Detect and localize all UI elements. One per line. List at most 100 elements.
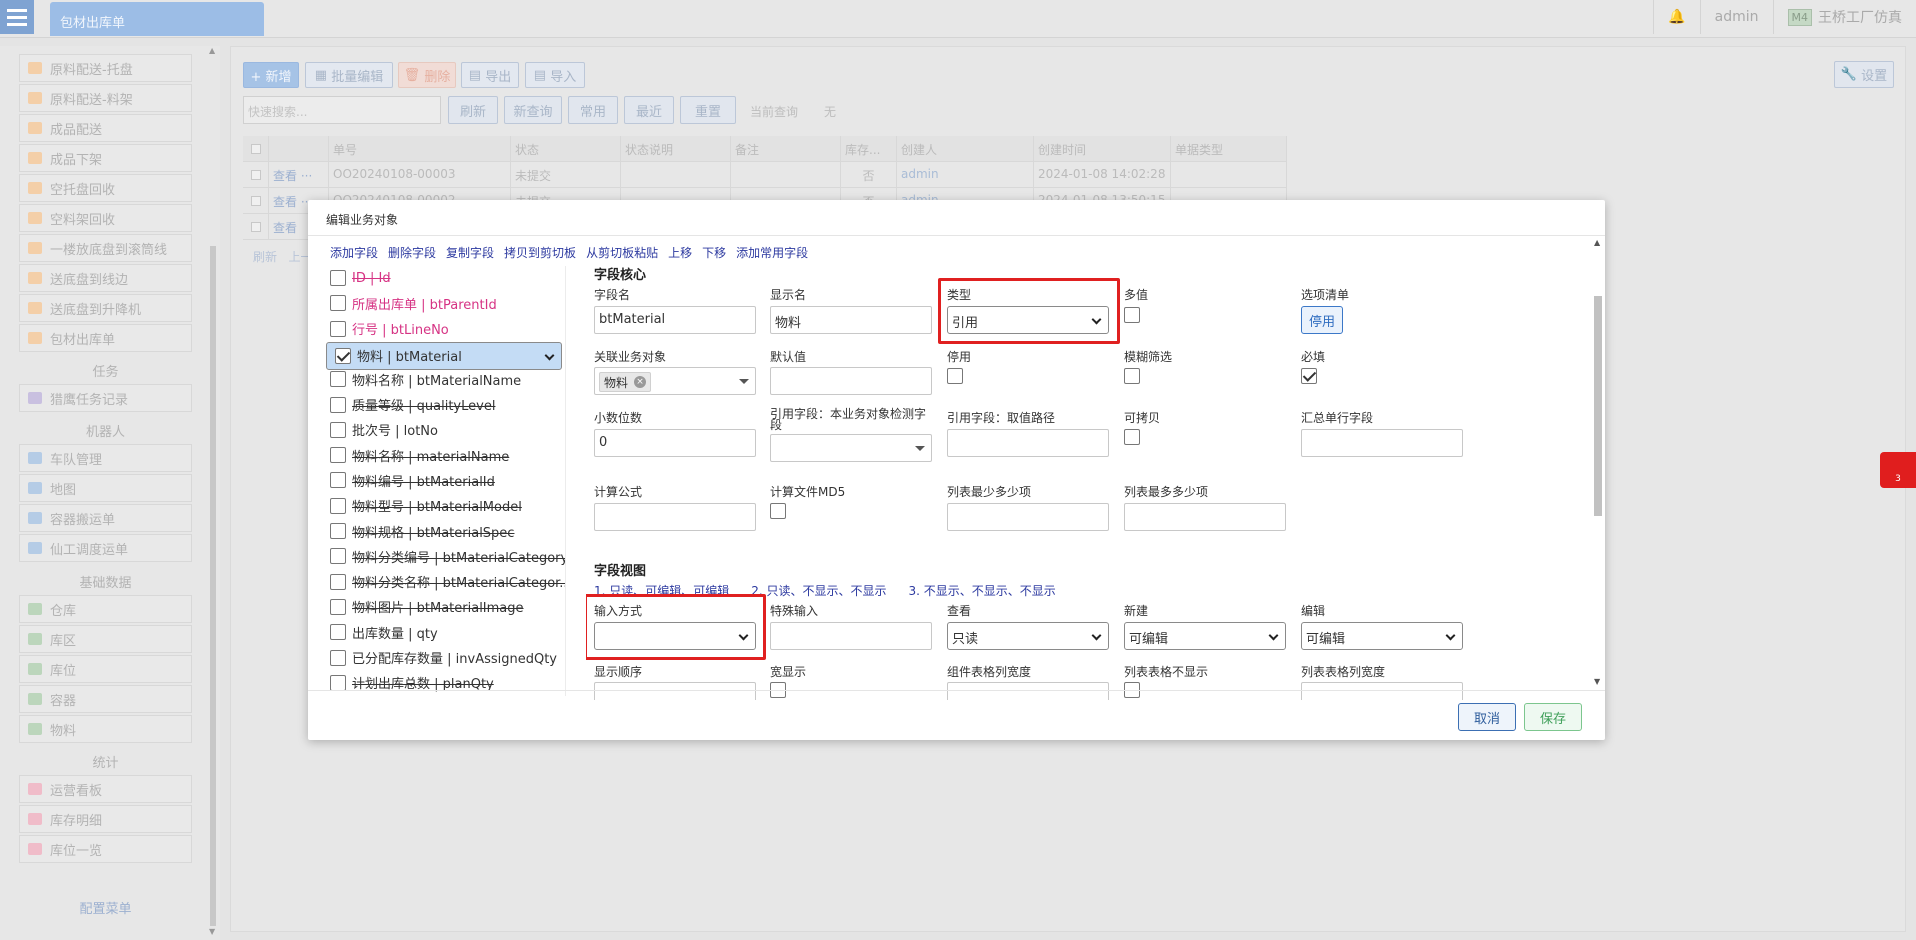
list-min-input[interactable] bbox=[947, 503, 1109, 531]
header-order-no[interactable]: 单号 bbox=[329, 136, 511, 162]
sidebar-item[interactable]: 包材出库单 bbox=[19, 324, 192, 352]
field-checkbox[interactable] bbox=[330, 396, 346, 413]
dialog-scroll-thumb[interactable] bbox=[1594, 296, 1602, 516]
header-status[interactable]: 状态 bbox=[511, 136, 621, 162]
grid-pager[interactable]: 刷新 上一 bbox=[253, 248, 312, 265]
field-list-item[interactable]: 行号 | btLineNo bbox=[326, 317, 562, 341]
field-list-item[interactable]: 出库数量 | qty bbox=[326, 620, 562, 644]
view-link[interactable]: 查看 ··· bbox=[269, 162, 329, 188]
remove-tag-icon[interactable]: × bbox=[634, 376, 647, 388]
field-name-input[interactable]: btMaterial bbox=[594, 306, 756, 334]
save-button[interactable]: 保存 bbox=[1524, 703, 1582, 731]
refresh-button[interactable]: 刷新 bbox=[448, 96, 498, 124]
sidebar-item[interactable]: 一楼放底盘到滚筒线 bbox=[19, 234, 192, 262]
scroll-up-icon[interactable]: ▲ bbox=[209, 46, 215, 55]
select-all-checkbox[interactable] bbox=[243, 136, 269, 162]
field-checkbox[interactable] bbox=[330, 598, 346, 615]
field-list-item[interactable]: 质量等级 | qualityLevel bbox=[326, 393, 562, 417]
field-checkbox[interactable] bbox=[330, 523, 346, 539]
list-max-input[interactable] bbox=[1124, 503, 1286, 531]
field-list-item[interactable]: 物料分类名称 | btMaterialCategor... bbox=[326, 570, 565, 594]
sidebar-item[interactable]: 原料配送-料架 bbox=[19, 84, 192, 112]
row-checkbox[interactable] bbox=[243, 162, 269, 188]
field-list-item[interactable]: 物料型号 | btMaterialModel bbox=[326, 494, 562, 518]
multi-value-checkbox[interactable] bbox=[1124, 307, 1140, 323]
sidebar-scroll-thumb[interactable] bbox=[210, 246, 216, 926]
field-list-item[interactable]: 物料分类编号 | btMaterialCategory bbox=[326, 544, 565, 568]
sidebar-item[interactable]: 库位一览 bbox=[19, 835, 192, 863]
new-query-button[interactable]: 新查询 bbox=[504, 96, 562, 124]
field-checkbox[interactable] bbox=[330, 624, 346, 641]
create-mode-select[interactable]: 可编辑 bbox=[1124, 622, 1286, 650]
field-list-item[interactable]: 物料 | btMaterial bbox=[326, 341, 562, 370]
field-checkbox[interactable] bbox=[330, 472, 346, 489]
field-checkbox[interactable] bbox=[330, 270, 346, 286]
reset-button[interactable]: 重置 bbox=[680, 96, 736, 124]
import-button[interactable]: ▤ 导入 bbox=[525, 62, 585, 88]
tab-packing-outbound[interactable]: 包材出库单 bbox=[50, 2, 264, 36]
display-name-input[interactable]: 物料 bbox=[770, 306, 932, 334]
field-list-item[interactable]: 物料名称 | materialName bbox=[326, 443, 562, 467]
sidebar-item[interactable]: 容器搬运单 bbox=[19, 504, 192, 532]
header-status-desc[interactable]: 状态说明 bbox=[621, 136, 731, 162]
field-list-item[interactable]: 物料图片 | btMaterialImage bbox=[326, 595, 562, 619]
row-checkbox[interactable] bbox=[243, 188, 269, 214]
dropdown-caret-icon[interactable] bbox=[731, 368, 755, 396]
delete-button[interactable]: 🗑 删除 bbox=[398, 62, 456, 88]
move-up-link[interactable]: 上移 bbox=[668, 244, 692, 261]
field-list-item[interactable]: ID | Id bbox=[326, 266, 562, 290]
sidebar-item[interactable]: 运营看板 bbox=[19, 775, 192, 803]
sidebar-item[interactable]: 库位 bbox=[19, 655, 192, 683]
default-value-input[interactable] bbox=[770, 367, 932, 395]
field-checkbox[interactable] bbox=[330, 548, 346, 565]
ref-object-select[interactable]: 物料 × bbox=[594, 367, 756, 395]
sidebar-scrollbar[interactable]: ▲ ▼ bbox=[208, 46, 218, 936]
field-checkbox[interactable] bbox=[335, 347, 351, 364]
field-checkbox[interactable] bbox=[330, 295, 346, 312]
copy-field-link[interactable]: 复制字段 bbox=[446, 244, 494, 261]
copy-to-clipboard-link[interactable]: 拷贝到剪切板 bbox=[504, 244, 576, 261]
field-list-item[interactable]: 物料名称 | btMaterialName bbox=[326, 367, 562, 391]
scroll-up-icon[interactable]: ▲ bbox=[1594, 238, 1600, 247]
special-input-field[interactable] bbox=[770, 622, 932, 650]
dropdown-caret-icon[interactable] bbox=[907, 435, 931, 463]
config-menu-link[interactable]: 配置菜单 bbox=[19, 898, 192, 917]
bell-icon[interactable]: 🔔 bbox=[1653, 0, 1699, 34]
sidebar-item[interactable]: 成品下架 bbox=[19, 144, 192, 172]
sidebar-item[interactable]: 猎鹰任务记录 bbox=[19, 384, 192, 412]
options-disable-button[interactable]: 停用 bbox=[1301, 306, 1343, 334]
sidebar-item[interactable]: 地图 bbox=[19, 474, 192, 502]
decimal-input[interactable]: 0 bbox=[594, 429, 756, 457]
add-field-link[interactable]: 添加字段 bbox=[330, 244, 378, 261]
common-query-button[interactable]: 常用 bbox=[568, 96, 618, 124]
sidebar-item[interactable]: 车队管理 bbox=[19, 444, 192, 472]
table-row[interactable]: 查看 ··· OO20240108-00003 未提交 否 admin 2024… bbox=[243, 162, 1287, 188]
sidebar-item[interactable]: 空料架回收 bbox=[19, 204, 192, 232]
sidebar-item[interactable]: 库存明细 bbox=[19, 805, 192, 833]
scroll-down-icon[interactable]: ▼ bbox=[1594, 677, 1600, 686]
move-down-link[interactable]: 下移 bbox=[702, 244, 726, 261]
paste-from-clipboard-link[interactable]: 从剪切板粘贴 bbox=[586, 244, 658, 261]
quick-search-input[interactable]: 快速搜索... bbox=[243, 96, 441, 124]
ref-field-path-input[interactable] bbox=[947, 429, 1109, 457]
sidebar-item[interactable]: 原料配送-托盘 bbox=[19, 54, 192, 82]
sidebar-item[interactable]: 物料 bbox=[19, 715, 192, 743]
disabled-checkbox[interactable] bbox=[947, 368, 963, 384]
field-list-item[interactable]: 批次号 | lotNo bbox=[326, 418, 562, 442]
floating-bug-badge[interactable]: 3 bbox=[1880, 452, 1916, 488]
row-checkbox[interactable] bbox=[243, 214, 269, 240]
header-remark[interactable]: 备注 bbox=[731, 136, 841, 162]
formula-md5-checkbox[interactable] bbox=[770, 503, 786, 519]
dialog-scrollbar[interactable]: ▲ ▼ bbox=[1592, 236, 1604, 686]
sidebar-item[interactable]: 成品配送 bbox=[19, 114, 192, 142]
user-name[interactable]: admin bbox=[1699, 0, 1773, 34]
add-button[interactable]: + 新增 bbox=[243, 62, 299, 88]
header-doc-type[interactable]: 单据类型 bbox=[1171, 136, 1287, 162]
sidebar-item[interactable]: 空托盘回收 bbox=[19, 174, 192, 202]
sidebar-item[interactable]: 仙工调度运单 bbox=[19, 534, 192, 562]
sidebar-item[interactable]: 送底盘到线边 bbox=[19, 264, 192, 292]
creator[interactable]: admin bbox=[897, 162, 1034, 188]
field-list-item[interactable]: 已分配库存数量 | invAssignedQty bbox=[326, 646, 562, 670]
field-checkbox[interactable] bbox=[330, 320, 346, 337]
delete-field-link[interactable]: 删除字段 bbox=[388, 244, 436, 261]
